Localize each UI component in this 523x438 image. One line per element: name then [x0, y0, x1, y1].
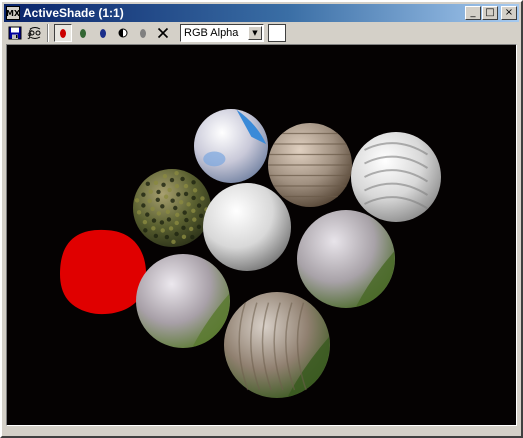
alpha-toggle[interactable]: [134, 24, 152, 42]
title-bar[interactable]: MX ActiveShade (1:1) _ □ ×: [4, 4, 519, 22]
green-channel-icon: [80, 28, 86, 38]
sphere-pale-blue: [194, 109, 268, 183]
color-swatch[interactable]: [268, 24, 286, 42]
clone-window-icon: ∮: [27, 27, 41, 40]
save-bitmap-icon: [8, 26, 22, 40]
maximize-button[interactable]: □: [482, 6, 498, 20]
red-channel-toggle[interactable]: [54, 24, 72, 42]
monochrome-toggle[interactable]: [114, 24, 132, 42]
clone-window-button[interactable]: ∮: [26, 24, 44, 42]
toolbar: ∮ RGB Alpha ▼: [4, 22, 519, 44]
sphere-wood-green: [224, 292, 330, 398]
blue-channel-toggle[interactable]: [94, 24, 112, 42]
toolbar-separator: [47, 24, 49, 42]
monochrome-icon: [118, 28, 128, 38]
red-channel-icon: [60, 28, 66, 38]
blue-channel-icon: [100, 28, 106, 38]
sphere-green-noise: [133, 169, 211, 247]
app-icon[interactable]: MX: [6, 6, 20, 20]
window-title: ActiveShade (1:1): [23, 6, 124, 20]
activeshade-window: MX ActiveShade (1:1) _ □ × ∮ RGB Alpha ▼: [0, 0, 523, 438]
save-bitmap-button[interactable]: [6, 24, 24, 42]
clear-icon: [157, 27, 169, 39]
render-canvas: [60, 109, 441, 398]
channel-select[interactable]: RGB Alpha ▼: [180, 24, 264, 42]
sphere-white: [203, 183, 291, 271]
close-button[interactable]: ×: [501, 6, 517, 20]
sphere-red: [60, 229, 147, 315]
green-channel-toggle[interactable]: [74, 24, 92, 42]
sphere-gray-green-right: [297, 210, 395, 308]
clear-button[interactable]: [154, 24, 172, 42]
alpha-channel-icon: [140, 28, 146, 38]
sphere-gray-green-left: [136, 254, 230, 348]
channel-select-value: RGB Alpha: [184, 27, 239, 39]
window-controls: _ □ ×: [464, 6, 517, 20]
minimize-button[interactable]: _: [465, 6, 481, 20]
sphere-brick: [268, 123, 352, 207]
chevron-down-icon[interactable]: ▼: [248, 26, 262, 40]
render-viewport[interactable]: [6, 44, 517, 426]
sphere-chrome: [351, 132, 441, 222]
